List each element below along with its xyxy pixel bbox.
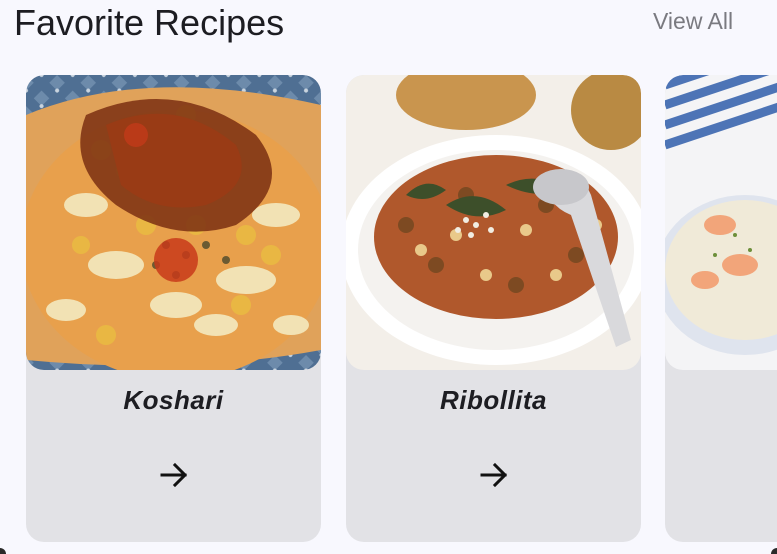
recipe-image-ribollita xyxy=(346,75,641,370)
recipe-card-koshari[interactable]: Koshari xyxy=(26,75,321,542)
open-recipe-button[interactable] xyxy=(154,455,194,495)
recipe-name: Koshari xyxy=(123,385,224,415)
recipe-card-ribollita[interactable]: Ribollita xyxy=(346,75,641,542)
arrow-right-icon xyxy=(160,462,188,488)
section-header: Favorite Recipes View All xyxy=(0,0,777,48)
recipe-carousel[interactable]: Koshari Ribollita xyxy=(0,75,777,545)
screen-corner xyxy=(0,548,6,554)
recipe-image-koshari xyxy=(26,75,321,370)
screen-corner xyxy=(771,548,777,554)
section-title: Favorite Recipes xyxy=(14,2,285,43)
view-all-link[interactable]: View All xyxy=(653,8,733,35)
arrow-right-icon xyxy=(480,462,508,488)
recipe-card-partial[interactable] xyxy=(665,75,777,542)
recipe-image-partial xyxy=(665,75,777,370)
recipe-name: Ribollita xyxy=(439,385,548,415)
open-recipe-button[interactable] xyxy=(474,455,514,495)
